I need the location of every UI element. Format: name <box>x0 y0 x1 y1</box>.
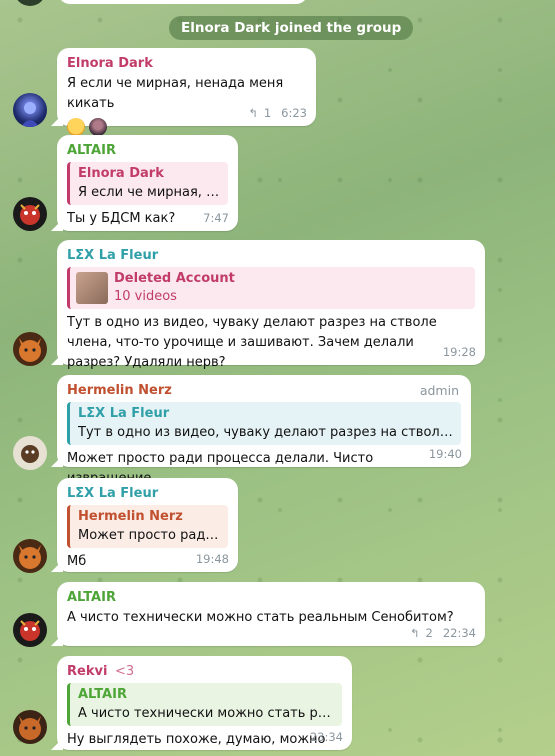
reply-quote[interactable]: LΣX La Fleur Тут в одно из видео, чуваку… <box>67 402 461 445</box>
reply-quote-author: ALTAIR <box>78 687 127 702</box>
reply-quote-text: Тут в одно из видео, чуваку делают разре… <box>78 425 453 440</box>
partial-previous-message <box>58 0 308 4</box>
reply-arrow-icon[interactable]: ↰ <box>248 106 258 120</box>
message-bubble[interactable]: ALTAIR Elnora Dark Я если че мирная, не.… <box>57 135 238 231</box>
reply-count[interactable]: 1 <box>264 106 271 120</box>
message-time: 19:48 <box>195 552 229 566</box>
message-time: 7:47 <box>203 211 229 225</box>
reply-quote-author: Deleted Account <box>114 271 235 286</box>
face-emoji-icon[interactable] <box>67 118 85 136</box>
message-meta: 19:48 <box>196 552 229 566</box>
fox-avatar-icon <box>19 338 41 362</box>
avatar[interactable] <box>13 332 47 366</box>
message-bubble[interactable]: Elnora Dark Я если че мирная, ненада мен… <box>57 48 316 136</box>
avatar[interactable] <box>13 539 47 573</box>
message-text: Тут в одно из видео, чуваку делают разре… <box>67 315 437 370</box>
admin-badge: admin <box>419 383 459 398</box>
message-time: 23:34 <box>309 730 343 744</box>
avatar[interactable] <box>13 613 47 647</box>
reply-quote-text: Я если че мирная, не... <box>78 185 220 200</box>
partial-avatar <box>14 0 46 6</box>
fox-avatar-icon <box>19 545 41 569</box>
reply-quote-text: 10 videos <box>114 289 177 304</box>
message-time: 19:40 <box>428 447 462 461</box>
author-suffix: <3 <box>114 664 135 679</box>
reply-quote-author: Hermelin Nerz <box>78 509 183 524</box>
reply-quote-author: Elnora Dark <box>78 166 164 181</box>
message-meta: 23:34 <box>310 730 343 744</box>
ermine-avatar-icon <box>21 445 39 463</box>
avatar[interactable] <box>13 93 47 127</box>
message-bubble[interactable]: ALTAIR А чисто технически можно стать ре… <box>57 582 485 646</box>
reply-quote-author: LΣX La Fleur <box>78 406 170 421</box>
dragon-avatar-icon <box>20 620 40 641</box>
reply-quote[interactable]: Hermelin Nerz Может просто ради п... <box>67 505 228 548</box>
user-avatar-reaction-icon[interactable] <box>89 118 107 136</box>
avatar-character-icon <box>21 102 39 127</box>
message-meta: 19:40 <box>429 447 462 461</box>
reactions[interactable] <box>67 118 306 136</box>
message-meta: ↰ 1 6:23 <box>248 106 307 120</box>
message-text: А чисто технически можно стать реальным … <box>67 610 454 625</box>
message-meta: 7:47 <box>203 211 229 225</box>
avatar[interactable] <box>13 710 47 744</box>
fox-avatar-icon <box>19 716 41 740</box>
dragon-avatar-icon <box>20 204 40 225</box>
message-bubble[interactable]: Hermelin Nerz admin LΣX La Fleur Тут в о… <box>57 375 471 486</box>
reply-quote[interactable]: Elnora Dark Я если че мирная, не... <box>67 162 228 205</box>
message-author[interactable]: Hermelin Nerz <box>67 383 461 399</box>
message-bubble[interactable]: LΣX La Fleur Hermelin Nerz Может просто … <box>57 478 238 572</box>
reply-count[interactable]: 2 <box>426 626 433 640</box>
message-bubble[interactable]: LΣX La Fleur Deleted Account 10 videos Т… <box>57 240 485 370</box>
message-author[interactable]: Elnora Dark <box>67 56 306 72</box>
reply-quote-text: Может просто ради п... <box>78 528 220 543</box>
message-author[interactable]: Rekvi <3 <box>67 664 342 680</box>
reply-quote[interactable]: Deleted Account 10 videos <box>67 267 475 309</box>
service-message: Elnora Dark joined the group <box>169 16 414 40</box>
video-thumbnail <box>76 272 108 304</box>
message-author[interactable]: LΣX La Fleur <box>67 486 228 502</box>
message-time: 22:34 <box>442 626 476 640</box>
reply-quote[interactable]: ALTAIR А чисто технически можно стать ре… <box>67 683 342 726</box>
message-time: 19:28 <box>442 345 476 359</box>
message-time: 6:23 <box>281 106 307 120</box>
message-author[interactable]: ALTAIR <box>67 590 475 606</box>
message-author[interactable]: LΣX La Fleur <box>67 248 475 264</box>
author-name[interactable]: Rekvi <box>67 664 107 679</box>
message-meta: 19:28 <box>443 345 476 359</box>
avatar[interactable] <box>13 197 47 231</box>
avatar[interactable] <box>13 436 47 470</box>
reply-quote-text: А чисто технически можно стать реаль... <box>78 706 334 721</box>
reply-arrow-icon[interactable]: ↰ <box>410 626 420 640</box>
message-meta: ↰ 2 22:34 <box>410 626 476 640</box>
message-author[interactable]: ALTAIR <box>67 143 228 159</box>
message-bubble[interactable]: Rekvi <3 ALTAIR А чисто технически можно… <box>57 656 352 750</box>
message-text: Ну выглядеть похоже, думаю, можно <box>67 732 326 747</box>
